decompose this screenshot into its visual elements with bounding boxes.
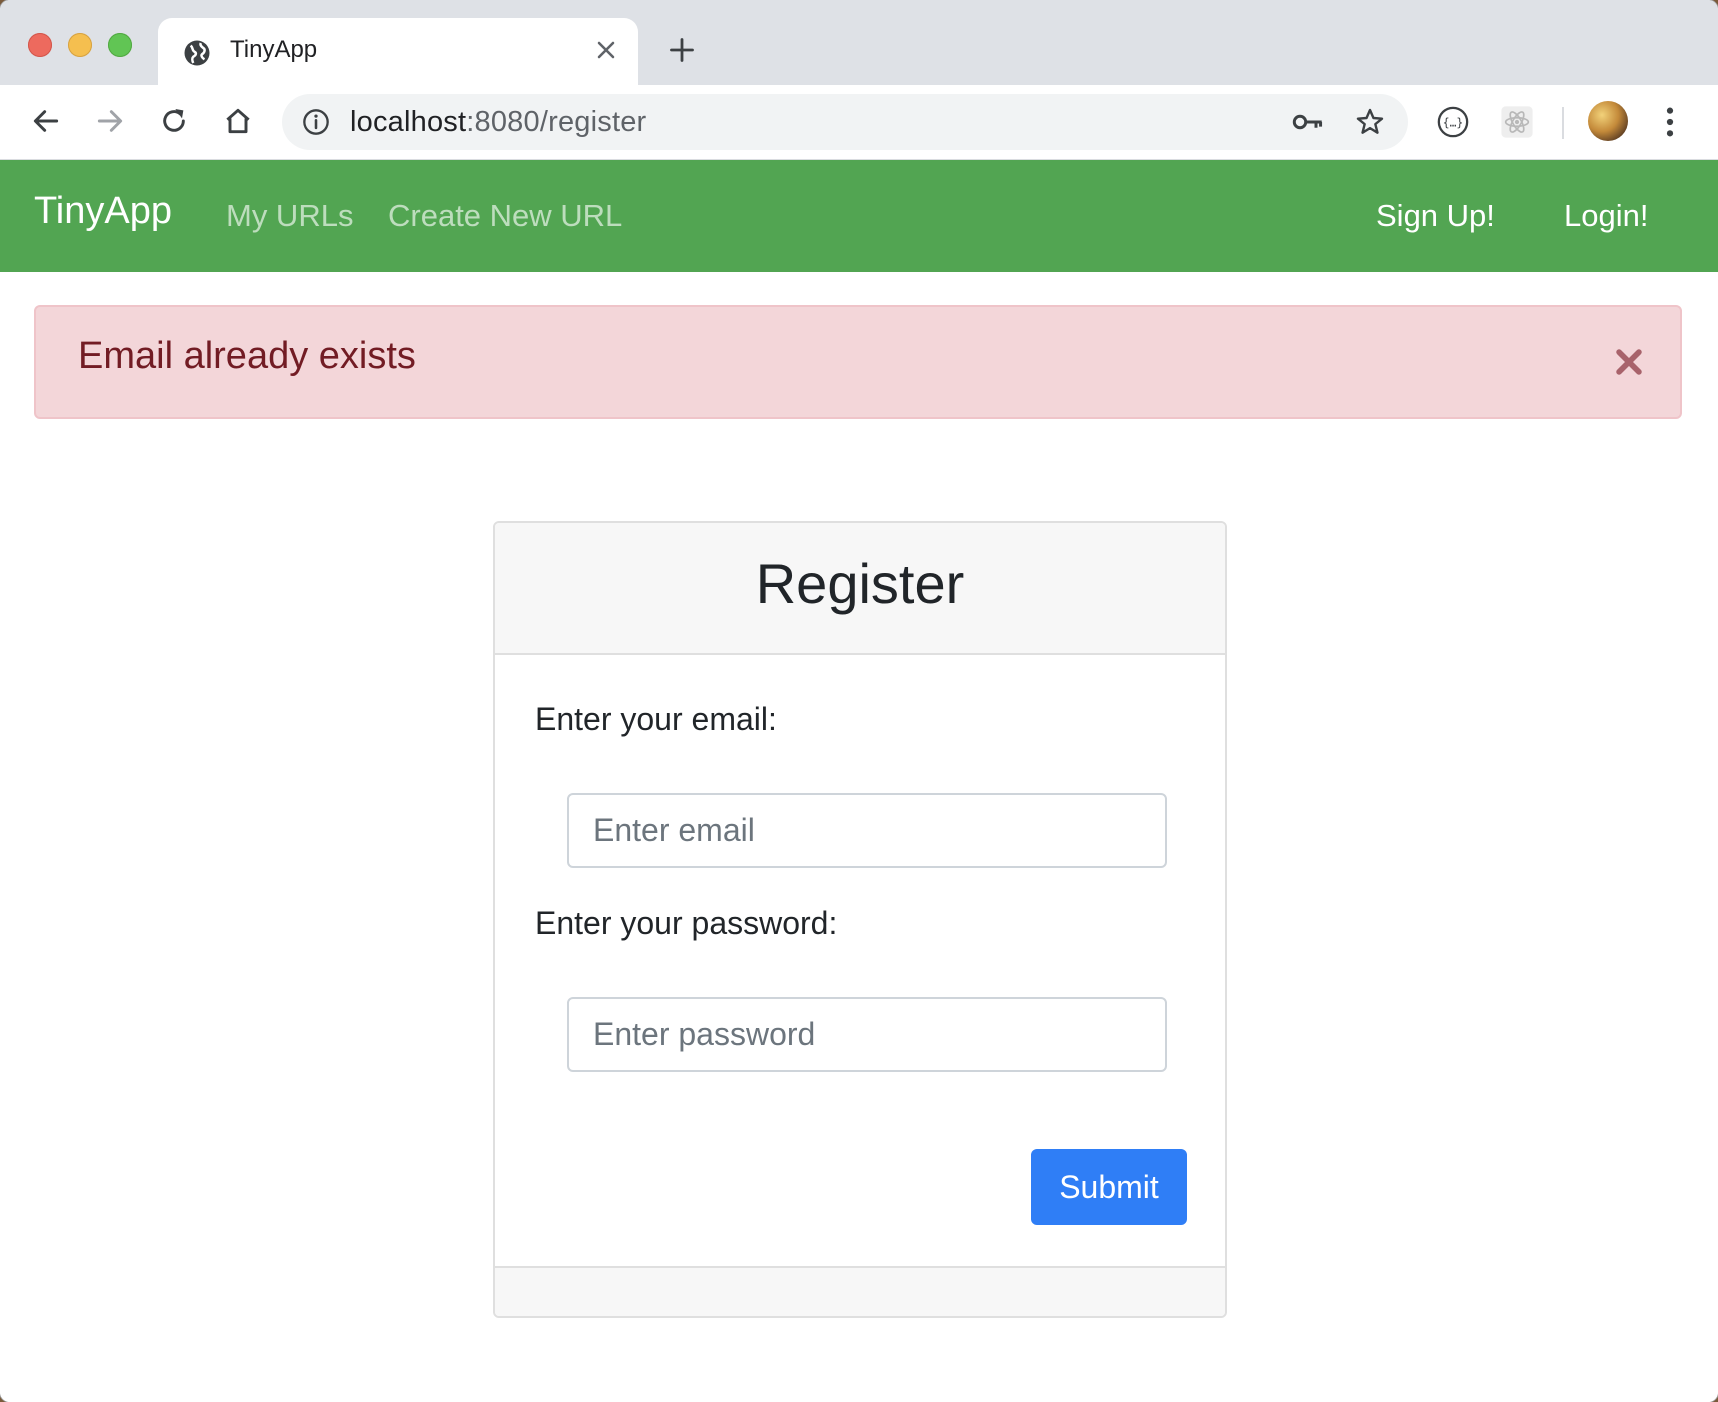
nav-sign-up[interactable]: Sign Up! — [1376, 198, 1495, 234]
url-path: :8080/register — [466, 106, 647, 138]
url-host: localhost — [350, 106, 467, 138]
password-label: Enter your password: — [535, 905, 838, 941]
password-field[interactable] — [567, 997, 1167, 1072]
page-content: TinyApp My URLs Create New URL Sign Up! … — [0, 160, 1718, 1402]
submit-button[interactable]: Submit — [1031, 1149, 1187, 1225]
key-icon[interactable] — [1292, 108, 1324, 136]
card-header: Register — [495, 523, 1225, 655]
globe-icon — [184, 40, 210, 66]
alert-message: Email already exists — [78, 335, 416, 377]
json-extension-icon[interactable]: {…} — [1436, 105, 1470, 139]
brand-link[interactable]: TinyApp — [34, 190, 172, 233]
home-icon[interactable] — [222, 105, 254, 137]
new-tab-icon[interactable] — [668, 36, 696, 64]
nav-login[interactable]: Login! — [1564, 198, 1648, 234]
nav-create-new-url[interactable]: Create New URL — [388, 198, 622, 234]
back-icon[interactable] — [30, 105, 62, 137]
app-navbar: TinyApp My URLs Create New URL Sign Up! … — [0, 160, 1718, 272]
browser-toolbar: localhost:8080/register {…} — [0, 85, 1718, 160]
close-alert-icon[interactable] — [1612, 345, 1646, 379]
page-title: Register — [755, 552, 965, 615]
reload-icon[interactable] — [158, 105, 190, 137]
browser-tab[interactable]: TinyApp — [158, 18, 638, 85]
toolbar-divider — [1562, 107, 1564, 139]
info-icon[interactable] — [302, 108, 330, 136]
nav-my-urls[interactable]: My URLs — [226, 198, 353, 234]
tab-strip: TinyApp — [0, 0, 1718, 85]
minimize-window-button[interactable] — [68, 33, 92, 57]
close-tab-icon[interactable] — [592, 36, 620, 64]
forward-icon[interactable] — [94, 105, 126, 137]
profile-avatar[interactable] — [1588, 101, 1628, 141]
email-label: Enter your email: — [535, 701, 777, 737]
svg-text:{…}: {…} — [1443, 115, 1463, 129]
email-field[interactable] — [567, 793, 1167, 868]
register-card: Register Enter your email: Enter your pa… — [493, 521, 1227, 1318]
maximize-window-button[interactable] — [108, 33, 132, 57]
browser-window: TinyApp localhost:8080/register {…} Tiny… — [0, 0, 1718, 1402]
error-alert: Email already exists — [34, 305, 1682, 419]
react-devtools-icon[interactable] — [1500, 105, 1534, 139]
tab-title: TinyApp — [230, 36, 318, 63]
address-bar[interactable]: localhost:8080/register — [282, 94, 1408, 150]
url-text: localhost:8080/register — [350, 106, 646, 139]
card-footer — [495, 1266, 1225, 1316]
menu-kebab-icon[interactable] — [1660, 105, 1680, 139]
bookmark-star-icon[interactable] — [1354, 106, 1386, 138]
close-window-button[interactable] — [28, 33, 52, 57]
